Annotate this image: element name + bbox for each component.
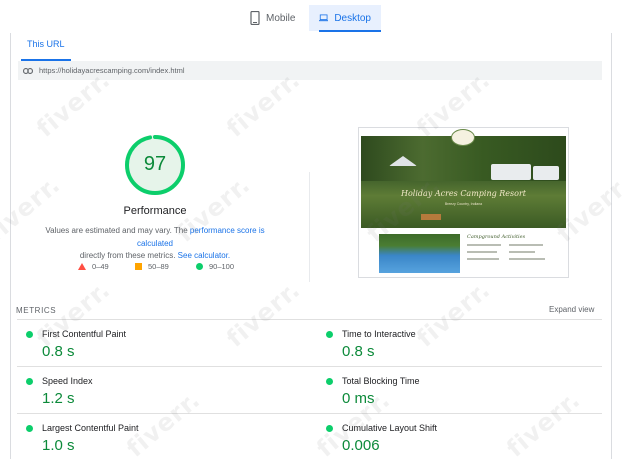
thumbnail-text-line [509,251,535,253]
metrics-divider [17,319,602,320]
pass-status-icon [26,425,33,432]
watermark-text: fiverr. [411,275,496,353]
pass-status-icon [26,378,33,385]
thumbnail-site-title: Holiday Acres Camping Resort [400,189,527,198]
right-border [611,33,612,459]
url-bar: https://holidayacrescamping.com/index.ht… [18,61,602,80]
thumbnail-rv [491,164,531,180]
metric-value: 0.8 s [42,343,75,360]
metric-value: 1.2 s [42,390,75,407]
metric-name: Speed Index [42,376,93,386]
thumbnail-text-line [467,244,501,246]
tab-desktop[interactable]: Desktop [309,5,381,31]
tab-mobile-label: Mobile [266,12,296,24]
metric-name: Total Blocking Time [342,376,420,386]
thumbnail-text-line [467,258,499,260]
pass-status-icon [326,378,333,385]
link-icon [23,67,33,74]
metric-value: 0.8 s [342,343,375,360]
metrics-heading: METRICS [16,306,57,315]
left-border [10,33,11,459]
metric-name: First Contentful Paint [42,329,127,339]
pass-status-icon [26,331,33,338]
legend-fail: 0–49 [78,262,109,271]
tab-desktop-label: Desktop [334,12,371,24]
pass-status-icon [326,425,333,432]
circle-icon [196,263,203,270]
expand-view-button[interactable]: Expand view [549,305,594,314]
triangle-icon [78,263,86,270]
thumbnail-section-heading: Campground Activities [467,234,526,240]
thumbnail-text-line [509,244,543,246]
metrics-divider [17,366,602,367]
legend-fail-range: 0–49 [92,262,109,271]
thumbnail-hero-image: Holiday Acres Camping Resort Breezy Coun… [361,136,566,228]
metric-name: Largest Contentful Paint [42,423,139,433]
legend-pass-range: 90–100 [209,262,235,271]
performance-label: Performance [123,205,187,217]
metric-value: 1.0 s [42,437,75,454]
thumbnail-bench [421,214,441,220]
watermark-text: fiverr. [221,275,306,353]
thumbnail-rv-2 [533,166,559,180]
thumbnail-logo [451,129,475,146]
page-screenshot: Holiday Acres Camping Resort Breezy Coun… [358,127,569,278]
performance-score: 97 [143,153,167,175]
legend-average-range: 50–89 [148,262,169,271]
thumbnail-text-line [467,251,497,253]
metric-value: 0.006 [342,437,380,454]
metric-value: 0 ms [342,390,375,407]
description-text-1: Values are estimated and may vary. The [45,226,190,235]
square-icon [135,263,142,270]
pass-status-icon [326,331,333,338]
thumbnail-pool-image [379,234,460,273]
metrics-divider [17,413,602,414]
tab-this-url[interactable]: This URL [27,39,65,49]
watermark-text: fiverr. [501,385,586,459]
metric-name: Cumulative Layout Shift [342,423,438,433]
score-description: Values are estimated and may vary. The p… [28,225,282,263]
section-divider [309,172,310,282]
legend-pass: 90–100 [196,262,234,271]
laptop-icon [319,14,329,22]
url-text: https://holidayacrescamping.com/index.ht… [39,66,185,75]
see-calculator-link[interactable]: See calculator. [178,251,230,260]
metric-name: Time to Interactive [342,329,416,339]
description-text-2: directly from these metrics. [79,251,178,260]
legend-average: 50–89 [135,262,169,271]
smartphone-icon [250,11,260,25]
active-tab-indicator [319,30,381,32]
thumbnail-site-subtitle: Breezy Country, Indiana [444,202,483,206]
tab-mobile[interactable]: Mobile [240,5,308,31]
thumbnail-text-line [509,258,545,260]
